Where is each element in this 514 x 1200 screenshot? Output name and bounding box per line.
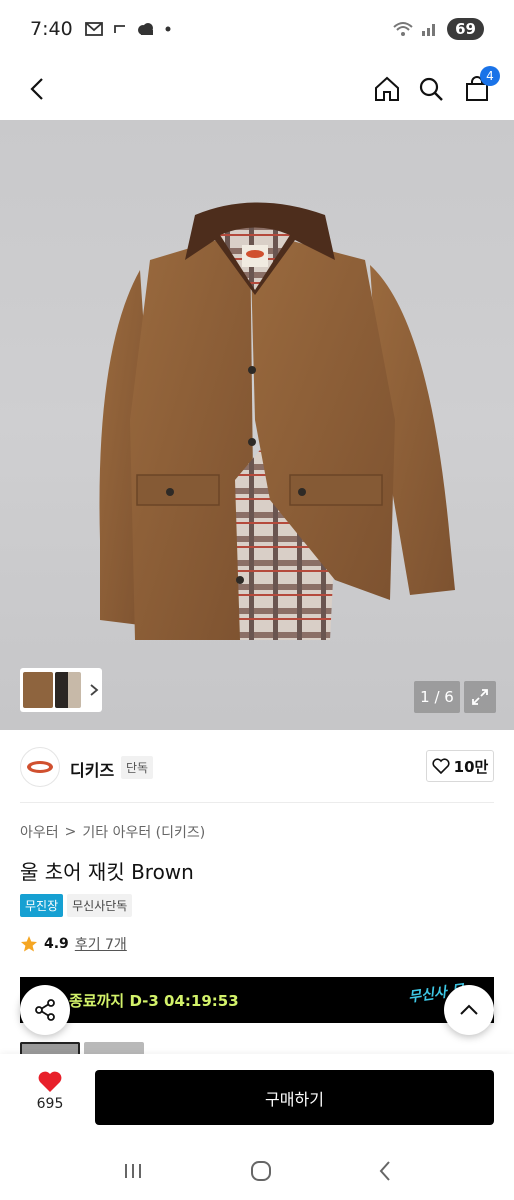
rating-row: 4.9 후기 7개 <box>20 934 127 954</box>
brand-like-button[interactable]: 10만 <box>426 750 494 782</box>
notification-icons <box>84 22 171 36</box>
promo-banner[interactable]: 장 종료까지 D-3 04:19:53 무신사 무 <box>20 977 494 1023</box>
buy-button[interactable]: 구매하기 <box>95 1070 494 1125</box>
divider <box>20 802 494 803</box>
signal-icon <box>422 24 436 36</box>
wishlist-button[interactable]: 695 <box>26 1070 74 1112</box>
chevron-left-icon <box>30 78 43 100</box>
exclusive-badge: 무신사단독 <box>67 894 133 917</box>
dickies-logo-icon <box>27 761 53 773</box>
thumbnail-2[interactable] <box>55 672 81 708</box>
status-bar: 7:40 69 <box>0 0 514 58</box>
breadcrumb-separator: > <box>64 824 77 840</box>
product-title: 울 초어 재킷 Brown <box>20 860 194 884</box>
brand-name[interactable]: 디키즈 <box>70 757 114 781</box>
option-thumb-2[interactable] <box>84 1042 144 1054</box>
app-notification-icon <box>113 25 125 33</box>
chevron-right-icon[interactable] <box>89 683 99 697</box>
back-button[interactable] <box>20 72 54 106</box>
heart-outline-icon <box>432 758 450 774</box>
wishlist-count: 695 <box>36 1096 64 1112</box>
home-icon <box>375 76 399 101</box>
brand-exclusive-tag: 단독 <box>121 756 154 779</box>
back-nav-icon[interactable] <box>378 1160 392 1182</box>
star-icon <box>21 936 37 952</box>
expand-image-button[interactable] <box>464 681 496 713</box>
rating-value: 4.9 <box>44 936 69 952</box>
app-header: 4 <box>0 58 514 120</box>
option-thumbnails <box>20 1042 144 1054</box>
brand-row: 디키즈 단독 10만 <box>0 730 514 802</box>
recent-apps-icon[interactable] <box>122 1161 144 1181</box>
cart-count-badge: 4 <box>480 66 500 86</box>
search-icon <box>419 77 443 101</box>
share-icon <box>35 999 55 1021</box>
image-pager: 1 / 6 <box>414 681 460 713</box>
breadcrumb: 아우터 > 기타 아우터 (디키즈) <box>20 822 205 842</box>
scroll-top-button[interactable] <box>444 985 494 1035</box>
cart-button[interactable]: 4 <box>460 66 500 106</box>
status-right: 69 <box>393 18 484 40</box>
product-badges: 무진장 무신사단독 <box>20 894 133 917</box>
heart-filled-icon <box>38 1071 62 1092</box>
home-circle-icon[interactable] <box>249 1159 273 1183</box>
status-time: 7:40 <box>30 18 73 40</box>
free-shipping-badge: 무진장 <box>20 894 64 917</box>
chevron-up-icon <box>460 1004 478 1015</box>
breadcrumb-item-outer[interactable]: 아우터 <box>20 822 59 842</box>
search-button[interactable] <box>414 72 448 106</box>
home-button[interactable] <box>370 72 404 106</box>
option-thumb-1[interactable] <box>20 1042 80 1054</box>
breadcrumb-item-other-outer[interactable]: 기타 아우터 (디키즈) <box>82 822 205 842</box>
purchase-bar: 695 구매하기 <box>0 1054 514 1142</box>
mail-icon <box>84 22 103 36</box>
battery-indicator: 69 <box>447 18 484 40</box>
brand-like-count: 10만 <box>453 757 489 776</box>
system-nav-bar <box>0 1142 514 1200</box>
thumbnail-1[interactable] <box>23 672 53 708</box>
gallery-thumbnails[interactable] <box>20 668 102 712</box>
promo-countdown: 장 종료까지 D-3 04:19:53 <box>50 991 239 1010</box>
expand-icon <box>472 689 488 705</box>
wifi-icon <box>393 22 413 36</box>
brand-logo[interactable] <box>20 747 60 787</box>
cloud-icon <box>137 23 153 35</box>
dot-icon <box>165 26 171 32</box>
product-photo-jacket <box>99 202 455 640</box>
battery-level: 69 <box>455 20 476 38</box>
product-image-gallery[interactable]: 1 / 6 <box>0 120 514 730</box>
share-button[interactable] <box>20 985 70 1035</box>
review-link[interactable]: 후기 7개 <box>75 934 127 954</box>
